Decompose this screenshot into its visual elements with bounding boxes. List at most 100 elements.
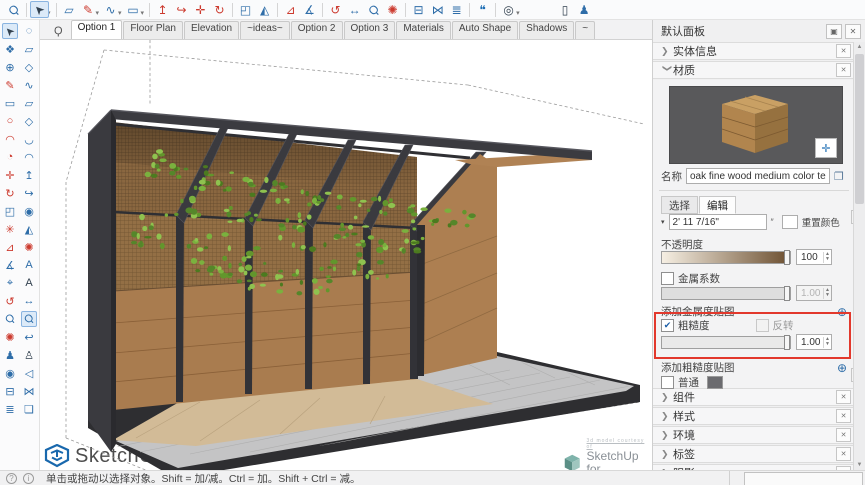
rectangle-icon[interactable]: ▭ [2,95,18,111]
look-around-icon[interactable]: ◉ [2,365,18,381]
scrollbar-thumb[interactable] [855,54,864,204]
tab-select[interactable]: 选择 [661,196,698,214]
scene-search-icon[interactable]: Ϙ [54,25,63,37]
axes-tool-icon[interactable]: ✳ [2,221,18,237]
section-fill-icon[interactable]: ≣ [447,1,466,18]
close-icon[interactable]: ✕ [836,390,851,404]
opacity-value[interactable]: 100 ▲▼ [796,249,832,265]
pan-icon[interactable]: ↔ [21,293,37,309]
slider-handle[interactable] [784,286,790,301]
close-icon[interactable]: ✕ [836,63,851,77]
scene-tab-materials[interactable]: Materials [396,21,451,39]
close-icon[interactable]: ✕ [836,409,851,423]
section-环境[interactable]: ❯环境✕ [653,426,865,444]
reset-color-button[interactable]: 重置颜色 [802,215,840,229]
section-plane-icon[interactable]: ⊟ [2,383,18,399]
dimension-triangle-icon[interactable]: ◭ [21,221,37,237]
metallic-checkbox[interactable] [661,272,674,285]
scene-tab-option-2[interactable]: Option 2 [291,21,343,39]
freehand-icon[interactable]: ∿ [101,1,120,18]
zoom-icon[interactable]: Ϙ [364,1,383,18]
tray-pin-icon[interactable]: ▣ [826,24,842,39]
add-roughness-map-icon[interactable]: ⊕ [837,361,847,375]
normal-map-thumbnail[interactable] [707,376,723,389]
close-icon[interactable]: ✕ [836,447,851,461]
three-point-arc-icon[interactable]: ◠ [21,149,37,165]
push-pull-icon[interactable]: ↥ [153,1,172,18]
opacity-slider[interactable] [661,251,791,264]
previous-view-icon[interactable]: ↩ [21,329,37,345]
scene-tab-shadows[interactable]: Shadows [519,21,574,39]
scroll-down-icon[interactable]: ▼ [854,460,865,470]
rotate-icon[interactable]: ↻ [2,185,18,201]
texture-width-input[interactable] [669,214,767,230]
account-icon[interactable]: ◎ [499,1,518,18]
orbit-icon[interactable]: ↺ [2,293,18,309]
scene-tab-floor-plan[interactable]: Floor Plan [123,21,183,39]
offset-icon[interactable]: ◉ [21,203,37,219]
zoom-extents-icon[interactable]: ✺ [383,1,402,18]
eraser-icon[interactable]: ▱ [60,1,79,18]
create-material-button[interactable]: ✛ [815,138,837,158]
chat-icon[interactable]: ❝ [473,1,492,18]
help-icon[interactable]: ? [6,473,17,484]
rectangle-icon[interactable]: ▭ [124,1,143,18]
color-swatch[interactable] [782,215,798,229]
position-camera-icon[interactable]: ♟ [2,347,18,363]
move-icon[interactable]: ✛ [2,167,18,183]
rotated-rectangle-icon[interactable]: ▱ [21,95,37,111]
axes-icon[interactable]: ⌖ [2,275,18,291]
caret-down-icon[interactable]: ▾ [661,218,665,226]
rotate-icon[interactable]: ↻ [210,1,229,18]
follow-me-icon[interactable]: ↪ [172,1,191,18]
tape-measure-icon[interactable]: ⊿ [281,1,300,18]
section-display-icon[interactable]: ⋈ [21,383,37,399]
section-materials[interactable]: ❯ 材质 ✕ [653,61,865,79]
offset-icon[interactable]: ◭ [255,1,274,18]
new-document-icon[interactable]: ▯ [556,1,575,18]
text-icon[interactable]: A [21,257,37,273]
line-icon[interactable]: ✎ [79,1,98,18]
freehand-icon[interactable]: ∿ [21,77,37,93]
tab-edit[interactable]: 编辑 [699,196,736,214]
protractor-icon[interactable]: ∡ [2,257,18,273]
material-name-input[interactable] [686,168,830,184]
section-fill-icon[interactable]: ≣ [2,401,18,417]
slider-handle[interactable] [784,250,790,265]
two-point-arc-icon[interactable]: ◡ [21,131,37,147]
scene-tab-auto-shape[interactable]: Auto Shape [452,21,518,39]
scene-tab--ideas-[interactable]: ~ideas~ [240,21,290,39]
pie-icon[interactable]: ◔ [2,149,18,165]
view-cone-icon[interactable]: ◁ [21,365,37,381]
section-plane-icon[interactable]: ⊟ [409,1,428,18]
measurements-box[interactable] [744,472,863,485]
eraser-icon[interactable]: ▱ [21,41,37,57]
tray-scrollbar[interactable]: ▲ ▼ [853,42,865,470]
push-pull-icon[interactable]: ↥ [21,167,37,183]
section-entity-info[interactable]: ❯ 实体信息 ✕ [653,42,865,60]
pan-icon[interactable]: ↔ [345,1,364,18]
scale-icon[interactable]: ◰ [236,1,255,18]
dimensions-icon[interactable]: ✺ [21,239,37,255]
normal-checkbox[interactable] [661,376,674,389]
duplicate-material-icon[interactable]: ❐ [834,170,844,183]
geolocation-icon[interactable]: i [23,473,34,484]
zoom-extents-icon[interactable]: ✺ [2,329,18,345]
orbit-icon[interactable]: ↺ [326,1,345,18]
tape-measure-icon[interactable]: ⊿ [2,239,18,255]
arc-icon[interactable]: ◠ [2,131,18,147]
select-icon[interactable]: ➤ [30,1,49,18]
scale-icon[interactable]: ◰ [2,203,18,219]
lasso-icon[interactable]: ◌ [21,23,37,39]
walk-icon[interactable]: ♙ [21,347,37,363]
follow-me-icon[interactable]: ↪ [21,185,37,201]
scene-tab-option-3[interactable]: Option 3 [344,21,396,39]
close-icon[interactable]: ✕ [836,44,851,58]
add-collaborator-icon[interactable]: ♟ [575,1,594,18]
scene-tab--[interactable]: ~ [575,21,595,39]
zoom-window-icon[interactable]: Ϙ [21,311,37,327]
polygon-icon[interactable]: ◇ [21,113,37,129]
3d-text-icon[interactable]: A [21,275,37,291]
scene-tab-elevation[interactable]: Elevation [184,21,239,39]
paint-bucket-icon[interactable]: ❖ [2,41,18,57]
